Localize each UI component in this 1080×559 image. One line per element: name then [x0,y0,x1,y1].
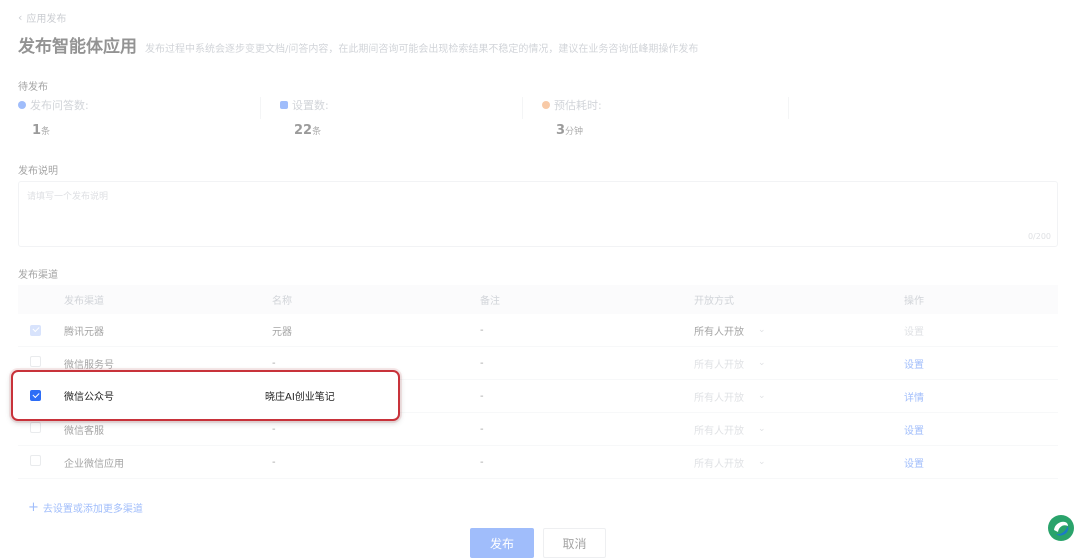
channel-cell: 微信客服 [64,425,104,437]
qa-icon [18,101,26,109]
pending-stats: 发布问答数: 1条 设置数: 22条 预估耗时: 3分钟 [18,97,808,147]
row-checkbox[interactable] [30,455,41,466]
clock-icon [542,101,550,109]
channels-section-label: 发布渠道 [18,270,58,281]
description-field[interactable]: 0/200 [18,181,1058,247]
note-cell: - [480,390,484,402]
highlighted-row-checkbox[interactable] [30,390,41,402]
chevron-left-icon: ‹ [18,11,23,24]
access-value: 所有人开放 [694,425,744,437]
access-value: 所有人开放 [694,326,744,338]
access-select[interactable]: 所有人开放 ⌄ [694,356,904,371]
chevron-down-icon: ⌄ [758,424,766,434]
highlighted-row-callout: 微信公众号 晓庄AI创业笔记 [11,370,400,421]
column-header: 操作 [904,296,924,307]
stat-value: 1 [32,123,42,138]
chevron-down-icon: ⌄ [758,325,766,335]
access-value: 所有人开放 [694,458,744,470]
name-cell: - [272,357,276,369]
stat-unit: 条 [41,127,51,137]
add-channel-link[interactable]: + 去设置或添加更多渠道 [28,499,143,516]
row-checkbox[interactable] [30,324,41,336]
name-cell: - [272,423,276,435]
divider [788,97,789,119]
note-cell: - [480,423,484,435]
table-header: 发布渠道 名称 备注 开放方式 操作 [18,285,1058,314]
access-select[interactable]: 所有人开放 ⌄ [694,455,904,470]
table-row: 腾讯元器 元器 - 所有人开放 ⌄ 设置 [18,314,1058,347]
highlighted-channel: 微信公众号 [64,392,114,403]
back-label: 应用发布 [26,14,67,25]
name-cell: 元器 [272,326,292,338]
chevron-down-icon: ⌄ [758,457,766,467]
stat-label: 发布问答数: [30,99,89,112]
access-value: 所有人开放 [694,392,744,404]
stat-label: 设置数: [292,99,329,112]
channel-cell: 企业微信应用 [64,458,124,470]
cancel-button[interactable]: 取消 [543,528,606,558]
plus-icon: + [28,499,39,515]
publish-button[interactable]: 发布 [470,528,534,558]
access-select[interactable]: 所有人开放 ⌄ [694,422,904,437]
column-header: 发布渠道 [64,296,104,307]
access-value: 所有人开放 [694,359,744,371]
row-checkbox[interactable] [30,356,41,367]
channel-cell: 微信服务号 [64,359,114,371]
description-section-label: 发布说明 [18,166,58,177]
stat-label: 预估耗时: [554,99,602,112]
stat-estimated-time: 预估耗时: 3分钟 [542,97,792,138]
stat-value: 22 [294,123,313,138]
highlighted-name: 晓庄AI创业笔记 [265,392,335,403]
column-header: 名称 [272,296,292,307]
chevron-down-icon: ⌄ [758,358,766,368]
stat-settings-count: 设置数: 22条 [280,97,530,138]
pending-section-label: 待发布 [18,82,48,93]
divider [260,97,261,119]
settings-link[interactable]: 设置 [904,360,924,371]
note-cell: - [480,324,484,336]
description-input[interactable] [19,182,1057,246]
stat-qa-count: 发布问答数: 1条 [18,97,268,138]
back-link[interactable]: ‹ 应用发布 [18,10,66,25]
channel-cell: 腾讯元器 [64,326,104,338]
stat-unit: 条 [312,127,322,137]
note-cell: - [480,456,484,468]
divider [522,97,523,119]
column-header: 备注 [480,296,500,307]
stat-value: 3 [556,123,566,138]
app-logo-icon [1048,515,1074,541]
details-link[interactable]: 详情 [904,393,924,404]
note-cell: - [480,357,484,369]
access-select[interactable]: 所有人开放 ⌄ [694,323,904,338]
column-header: 开放方式 [694,296,734,307]
add-channel-label: 去设置或添加更多渠道 [42,504,143,515]
page-subtitle: 发布过程中系统会逐步变更文档/问答内容，在此期间咨询可能会出现检索结果不稳定的情… [145,44,699,55]
row-checkbox[interactable] [30,422,41,433]
settings-link[interactable]: 设置 [904,327,924,338]
name-cell: - [272,456,276,468]
stat-unit: 分钟 [565,127,584,137]
page-title: 发布智能体应用 [18,37,137,57]
char-counter: 0/200 [1027,232,1051,241]
table-row: 企业微信应用 - - 所有人开放 ⌄ 设置 [18,446,1058,479]
chevron-down-icon: ⌄ [758,391,766,401]
settings-link[interactable]: 设置 [904,459,924,470]
access-select[interactable]: 所有人开放 ⌄ [694,389,904,404]
settings-link[interactable]: 设置 [904,426,924,437]
page-header: 发布智能体应用 发布过程中系统会逐步变更文档/问答内容，在此期间咨询可能会出现检… [18,32,698,57]
document-icon [280,101,288,109]
